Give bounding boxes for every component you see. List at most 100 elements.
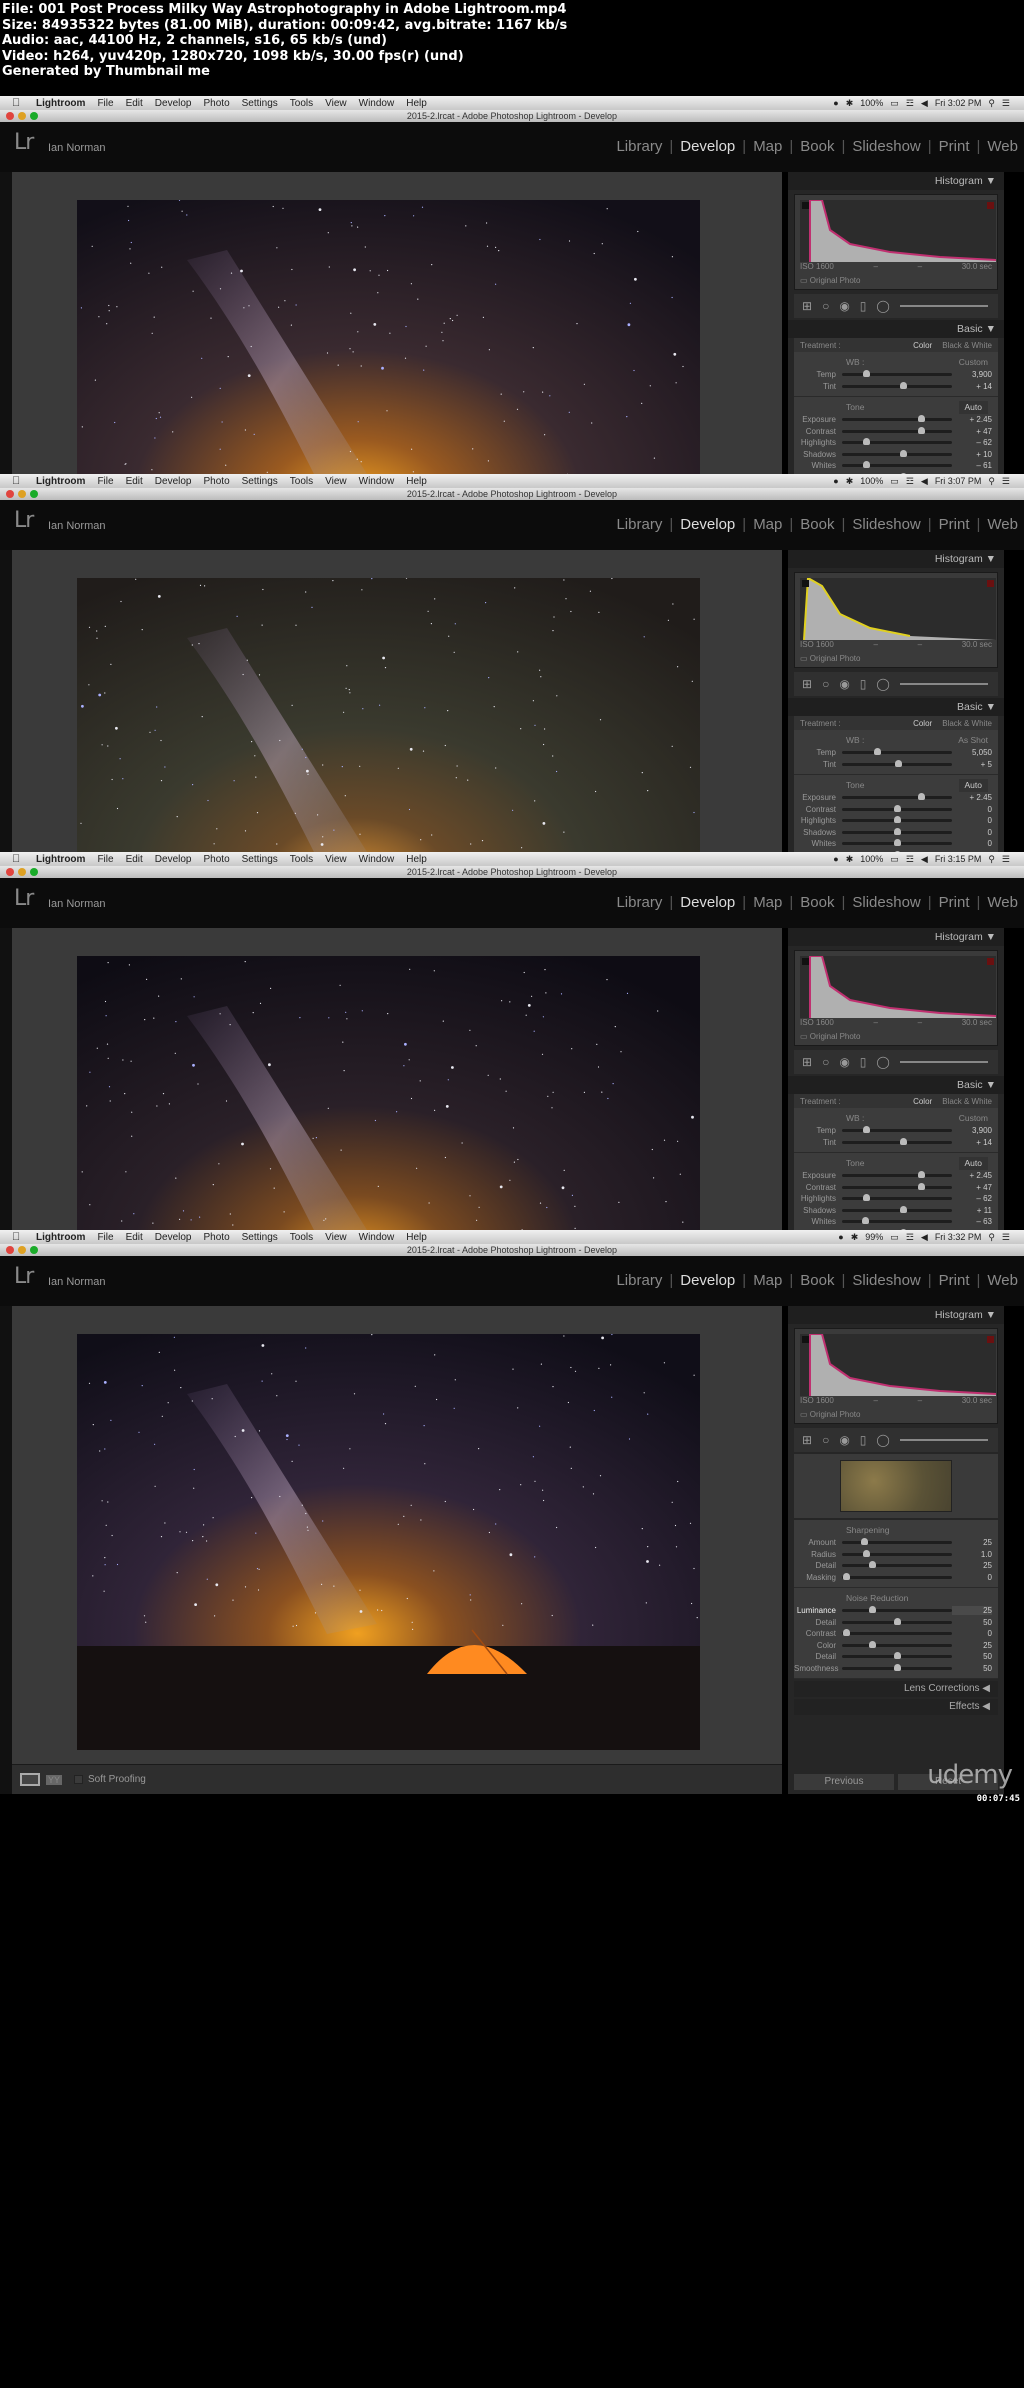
slider-value[interactable]: 0 xyxy=(952,816,992,825)
basic-header[interactable]: Basic ▼ xyxy=(788,320,1004,338)
radial-filter-icon[interactable]: ◯ xyxy=(876,677,889,691)
slider-track[interactable] xyxy=(842,1606,952,1614)
slider-track[interactable] xyxy=(842,793,952,801)
treatment-bw[interactable]: Black & White xyxy=(942,341,992,350)
red-eye-icon[interactable]: ◉ xyxy=(839,1055,849,1069)
menu-help[interactable]: Help xyxy=(406,476,427,487)
notification-icon[interactable]: ● xyxy=(833,98,838,108)
module-develop[interactable]: Develop xyxy=(680,138,735,155)
slider-track[interactable] xyxy=(842,1617,952,1625)
histogram-header[interactable]: Histogram ▼ xyxy=(788,928,1004,946)
module-library[interactable]: Library xyxy=(616,516,662,533)
zoom-window-button[interactable] xyxy=(30,490,38,498)
module-book[interactable]: Book xyxy=(800,516,834,533)
original-photo-toggle[interactable]: ▭ Original Photo xyxy=(800,1032,860,1041)
close-window-button[interactable] xyxy=(6,490,14,498)
menu-settings[interactable]: Settings xyxy=(242,98,278,109)
lens-corrections-header[interactable]: Lens Corrections ◀ xyxy=(794,1681,998,1697)
spot-removal-icon[interactable]: ○ xyxy=(822,1055,829,1069)
highlight-clipping-icon[interactable] xyxy=(987,202,994,209)
notification-icon[interactable]: ● xyxy=(833,476,838,486)
radial-filter-icon[interactable]: ◯ xyxy=(876,1055,889,1069)
slider-track[interactable] xyxy=(842,759,952,767)
slider-thumb[interactable] xyxy=(868,1606,876,1614)
minimize-window-button[interactable] xyxy=(18,1246,26,1254)
slider-value[interactable]: 0 xyxy=(952,1573,992,1582)
close-window-button[interactable] xyxy=(6,868,14,876)
module-book[interactable]: Book xyxy=(800,1272,834,1289)
red-eye-icon[interactable]: ◉ xyxy=(839,677,849,691)
module-library[interactable]: Library xyxy=(616,1272,662,1289)
menu-help[interactable]: Help xyxy=(406,98,427,109)
module-web[interactable]: Web xyxy=(987,138,1018,155)
slider-value[interactable]: + 14 xyxy=(952,1138,992,1147)
slider-value[interactable]: – 62 xyxy=(952,1194,992,1203)
spotlight-icon[interactable]: ⚲ xyxy=(988,854,995,865)
crop-tool-icon[interactable]: ⊞ xyxy=(802,1055,812,1069)
slider-track[interactable] xyxy=(842,1126,952,1134)
slider-thumb[interactable] xyxy=(899,449,907,457)
slider-track[interactable] xyxy=(842,381,952,389)
minimize-window-button[interactable] xyxy=(18,112,26,120)
slider-value[interactable]: 25 xyxy=(952,1561,992,1570)
treatment-color[interactable]: Color xyxy=(913,1097,932,1106)
slider-value[interactable]: + 10 xyxy=(952,450,992,459)
slider-thumb[interactable] xyxy=(863,1194,871,1202)
module-develop[interactable]: Develop xyxy=(680,894,735,911)
slider-track[interactable] xyxy=(842,461,952,469)
slider-value[interactable]: + 5 xyxy=(952,760,992,769)
slider-thumb[interactable] xyxy=(894,804,901,812)
slider-value[interactable]: 25 xyxy=(952,1606,992,1616)
slider-value[interactable]: 50 xyxy=(952,1664,992,1673)
bluetooth-icon[interactable]: ✱ xyxy=(846,98,854,109)
module-map[interactable]: Map xyxy=(753,1272,782,1289)
graduated-filter-icon[interactable]: ▯ xyxy=(860,1055,867,1069)
menu-window[interactable]: Window xyxy=(359,476,395,487)
menu-photo[interactable]: Photo xyxy=(204,854,230,865)
menu-app[interactable]: Lightroom xyxy=(36,98,85,109)
treatment-bw[interactable]: Black & White xyxy=(942,1097,992,1106)
module-web[interactable]: Web xyxy=(987,1272,1018,1289)
histogram-header[interactable]: Histogram ▼ xyxy=(788,550,1004,568)
shadow-clipping-icon[interactable] xyxy=(802,1336,809,1343)
volume-icon[interactable]: ◀ xyxy=(921,476,928,487)
slider-track[interactable] xyxy=(842,839,952,847)
menu-window[interactable]: Window xyxy=(359,1232,395,1243)
wb-dropdown[interactable]: Custom xyxy=(959,1112,988,1125)
notification-center-icon[interactable]: ☰ xyxy=(1002,1232,1010,1243)
crop-tool-icon[interactable]: ⊞ xyxy=(802,299,812,313)
menubar-clock[interactable]: Fri 3:32 PM xyxy=(935,1232,982,1242)
loupe-view-button[interactable] xyxy=(20,1773,40,1786)
close-window-button[interactable] xyxy=(6,1246,14,1254)
module-web[interactable]: Web xyxy=(987,516,1018,533)
menu-app[interactable]: Lightroom xyxy=(36,854,85,865)
slider-track[interactable] xyxy=(842,827,952,835)
slider-value[interactable]: + 2.45 xyxy=(952,793,992,802)
adjustment-brush-slider[interactable] xyxy=(899,683,988,685)
spot-removal-icon[interactable]: ○ xyxy=(822,677,829,691)
slider-track[interactable] xyxy=(842,415,952,423)
module-develop[interactable]: Develop xyxy=(680,1272,735,1289)
slider-track[interactable] xyxy=(842,804,952,812)
shadow-clipping-icon[interactable] xyxy=(802,202,809,209)
before-after-button[interactable]: YY xyxy=(46,1774,63,1785)
slider-track[interactable] xyxy=(842,1205,952,1213)
module-print[interactable]: Print xyxy=(939,516,970,533)
slider-value[interactable]: 50 xyxy=(952,1618,992,1627)
histogram-header[interactable]: Histogram ▼ xyxy=(788,172,1004,190)
left-panel-collapsed[interactable] xyxy=(0,1306,12,1794)
close-window-button[interactable] xyxy=(6,112,14,120)
auto-tone-button[interactable]: Auto xyxy=(958,779,988,792)
slider-thumb[interactable] xyxy=(863,1126,871,1134)
slider-track[interactable] xyxy=(842,449,952,457)
slider-track[interactable] xyxy=(842,438,952,446)
slider-thumb[interactable] xyxy=(899,381,907,389)
adjustment-brush-slider[interactable] xyxy=(899,1061,988,1063)
slider-track[interactable] xyxy=(842,426,952,434)
wb-dropdown[interactable]: Custom xyxy=(959,356,988,369)
module-develop[interactable]: Develop xyxy=(680,516,735,533)
menu-edit[interactable]: Edit xyxy=(126,1232,143,1243)
slider-value[interactable]: 0 xyxy=(952,839,992,848)
menu-photo[interactable]: Photo xyxy=(204,476,230,487)
menu-window[interactable]: Window xyxy=(359,854,395,865)
